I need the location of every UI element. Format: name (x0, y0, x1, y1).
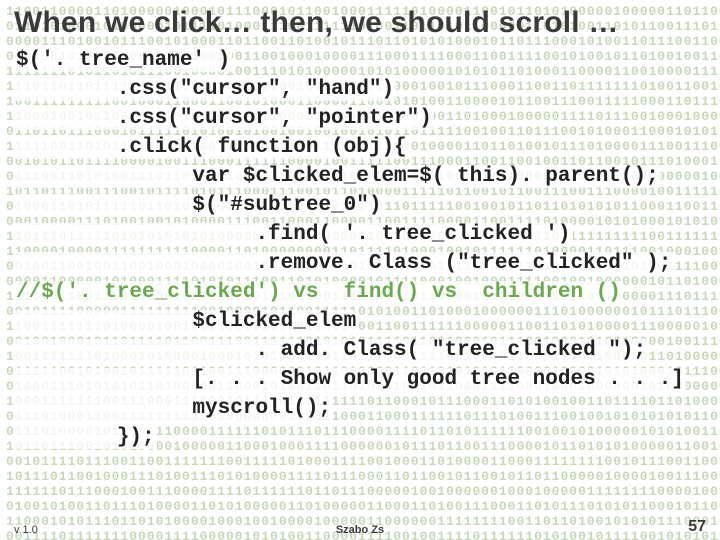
code-line: var $clicked_elem=$( this). parent(); (14, 165, 661, 188)
code-line: $clicked_elem (14, 310, 358, 333)
slide-content: When we click… then, we should scroll … … (0, 0, 720, 452)
code-block: $('. tree_name' ) .css("cursor", "hand")… (14, 46, 710, 452)
code-line: [. . . Show only good tree nodes . . .] (14, 368, 686, 391)
code-line: $('. tree_name' ) (14, 49, 232, 72)
slide-footer: v 1.0 Szabo Zs 57 (0, 518, 720, 536)
code-line-comment: //$('. tree_clicked') vs find() vs child… (14, 281, 623, 304)
code-line: $("#subtree_0") (14, 194, 383, 217)
code-line: .click( function (obj){ (14, 136, 409, 159)
code-line: .css("cursor", "pointer") (14, 107, 434, 130)
code-line: .find( '. tree_clicked ') (14, 223, 573, 246)
code-line: . add. Class( "tree_clicked "); (14, 339, 648, 362)
code-line: .remove. Class ("tree_clicked" ); (14, 252, 673, 275)
footer-author: Szabo Zs (54, 524, 666, 536)
footer-page-number: 57 (666, 518, 706, 536)
code-line: myscroll(); (14, 397, 333, 420)
code-line: .css("cursor", "hand") (14, 78, 396, 101)
slide-title: When we click… then, we should scroll … (14, 6, 710, 40)
code-line: }); (14, 426, 157, 449)
footer-version: v 1.0 (14, 524, 54, 536)
